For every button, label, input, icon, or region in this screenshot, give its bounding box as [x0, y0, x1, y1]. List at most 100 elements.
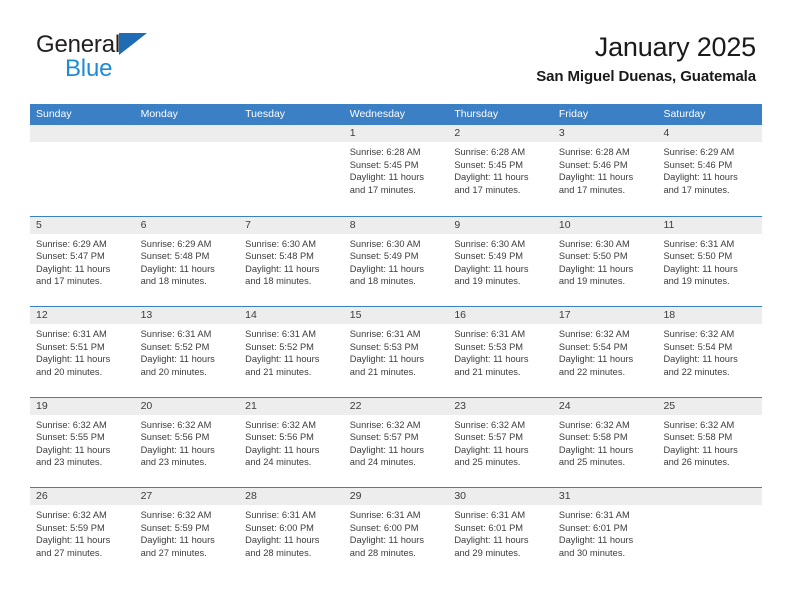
day-number: 25 [663, 399, 676, 412]
daylight-text-line2: and 18 minutes. [349, 276, 416, 287]
day-number-band [657, 488, 763, 505]
day-number: 1 [349, 127, 356, 139]
day-cell-21[interactable]: 21 Sunrise: 6:32 AM Sunset: 5:56 PM Dayligh… [239, 397, 344, 487]
day-details: Sunrise: 6:30 AM Sunset: 5:50 PM Daylight:… [553, 234, 658, 288]
calendar-page: General Blue January 2025 San Miguel Due… [0, 0, 792, 612]
day-number: 6 [140, 218, 147, 231]
day-number: 29 [349, 490, 362, 502]
daylight-text-line2: and 19 minutes. [558, 276, 626, 287]
day-number-band: 15 [343, 307, 449, 324]
day-cell-9[interactable]: 9 Sunrise: 6:30 AM Sunset: 5:49 PM Daylight… [448, 216, 553, 306]
day-cell-empty [30, 125, 135, 216]
daylight-text-line1: Daylight: 11 hours [245, 444, 320, 455]
sunset-text: Sunset: 5:46 PM [663, 159, 733, 170]
sunrise-text: Sunrise: 6:30 AM [454, 238, 526, 249]
day-cell-19[interactable]: 19 Sunrise: 6:32 AM Sunset: 5:55 PM Dayligh… [30, 397, 135, 487]
day-number-band: 23 [448, 397, 553, 415]
day-cell-empty [239, 125, 344, 216]
day-cell-17[interactable]: 17 Sunrise: 6:32 AM Sunset: 5:54 PM Dayligh… [552, 307, 658, 397]
daylight-text-line1: Daylight: 11 hours [349, 172, 424, 183]
sunset-text: Sunset: 5:52 PM [140, 341, 210, 352]
day-number-band: 11 [657, 216, 763, 234]
day-cell-28[interactable]: 28 Sunrise: 6:31 AM Sunset: 6:00 PM Dayligh… [239, 488, 344, 578]
day-cell-16[interactable]: 16 Sunrise: 6:31 AM Sunset: 5:53 PM Dayligh… [448, 307, 553, 397]
day-number-band: 4 [657, 125, 763, 142]
weekday-header-row: Sunday Monday Tuesday Wednesday Thursday Frid… [30, 104, 762, 125]
daylight-text-line1: Daylight: 11 hours [454, 535, 529, 546]
day-cell-29[interactable]: 29 Sunrise: 6:31 AM Sunset: 6:00 PM Dayligh… [343, 488, 449, 578]
day-cell-24[interactable]: 24 Sunrise: 6:32 AM Sunset: 5:58 PM Dayligh… [552, 397, 658, 487]
sunset-text: Sunset: 5:50 PM [558, 251, 628, 262]
day-number-band: 14 [239, 307, 344, 324]
sunrise-text: Sunrise: 6:30 AM [245, 238, 316, 249]
day-cell-30[interactable]: 30 Sunrise: 6:31 AM Sunset: 6:01 PM Dayligh… [448, 488, 553, 578]
day-number: 24 [558, 399, 571, 412]
sunrise-text: Sunrise: 6:32 AM [245, 419, 316, 430]
sunset-text: Sunset: 5:49 PM [349, 251, 419, 262]
day-number-band [239, 125, 344, 142]
day-cell-1[interactable]: 1 Sunrise: 6:28 AM Sunset: 5:45 PM Daylight… [343, 125, 449, 216]
day-cell-empty [657, 488, 763, 578]
day-cell-10[interactable]: 10 Sunrise: 6:30 AM Sunset: 5:50 PM Dayligh… [552, 216, 658, 306]
day-details: Sunrise: 6:30 AM Sunset: 5:49 PM Daylight:… [448, 234, 553, 288]
day-details: Sunrise: 6:29 AM Sunset: 5:47 PM Daylight:… [30, 234, 135, 288]
day-number-band: 1 [343, 125, 449, 142]
day-number: 22 [349, 399, 362, 412]
daylight-text-line1: Daylight: 11 hours [558, 444, 634, 455]
day-cell-8[interactable]: 8 Sunrise: 6:30 AM Sunset: 5:49 PM Daylight… [343, 216, 449, 306]
day-number-band [30, 125, 135, 142]
day-cell-18[interactable]: 18 Sunrise: 6:32 AM Sunset: 5:54 PM Dayligh… [657, 307, 763, 397]
day-details: Sunrise: 6:31 AM Sunset: 5:52 PM Daylight:… [239, 324, 344, 378]
day-cell-15[interactable]: 15 Sunrise: 6:31 AM Sunset: 5:53 PM Dayligh… [343, 307, 449, 397]
day-cell-26[interactable]: 26 Sunrise: 6:32 AM Sunset: 5:59 PM Dayligh… [30, 488, 135, 578]
sunset-text: Sunset: 5:55 PM [36, 432, 105, 443]
day-cell-23[interactable]: 23 Sunrise: 6:32 AM Sunset: 5:57 PM Dayligh… [448, 397, 553, 487]
day-cell-31[interactable]: 31 Sunrise: 6:31 AM Sunset: 6:01 PM Dayligh… [552, 488, 658, 578]
daylight-text-line1: Daylight: 11 hours [245, 535, 320, 546]
day-cell-13[interactable]: 13 Sunrise: 6:31 AM Sunset: 5:52 PM Dayligh… [134, 307, 240, 397]
day-number-band: 30 [448, 488, 553, 505]
sunset-text: Sunset: 5:53 PM [349, 341, 419, 352]
sunrise-text: Sunrise: 6:32 AM [36, 419, 107, 430]
day-number: 15 [349, 309, 362, 321]
day-cell-25[interactable]: 25 Sunrise: 6:32 AM Sunset: 5:58 PM Dayligh… [657, 397, 763, 487]
sunrise-text: Sunrise: 6:28 AM [349, 147, 421, 157]
day-cell-14[interactable]: 14 Sunrise: 6:31 AM Sunset: 5:52 PM Dayligh… [239, 307, 344, 397]
day-details: Sunrise: 6:32 AM Sunset: 5:54 PM Daylight:… [553, 324, 658, 378]
day-number: 21 [245, 399, 257, 412]
day-cell-11[interactable]: 11 Sunrise: 6:31 AM Sunset: 5:50 PM Dayligh… [657, 216, 763, 306]
day-number-band: 12 [30, 307, 135, 324]
sunrise-text: Sunrise: 6:32 AM [36, 510, 107, 520]
logo-triangle-icon [118, 33, 147, 55]
day-cell-4[interactable]: 4 Sunrise: 6:29 AM Sunset: 5:46 PM Daylight… [657, 125, 763, 216]
daylight-text-line2: and 18 minutes. [245, 276, 312, 287]
day-details: Sunrise: 6:31 AM Sunset: 5:52 PM Daylight:… [135, 324, 240, 378]
daylight-text-line1: Daylight: 11 hours [663, 444, 738, 455]
weekday-header-wednesday: Wednesday [349, 108, 405, 120]
week-row: 26 Sunrise: 6:32 AM Sunset: 5:59 PM Dayligh… [30, 487, 763, 578]
daylight-text-line2: and 30 minutes. [558, 547, 626, 558]
day-cell-7[interactable]: 7 Sunrise: 6:30 AM Sunset: 5:48 PM Daylight… [239, 216, 344, 306]
logo-text-blue: Blue [65, 55, 113, 82]
daylight-text-line1: Daylight: 11 hours [36, 354, 111, 365]
day-cell-12[interactable]: 12 Sunrise: 6:31 AM Sunset: 5:51 PM Dayligh… [30, 307, 135, 397]
weekday-header-monday: Monday [140, 108, 178, 120]
logo-generalblue[interactable]: General Blue [36, 32, 296, 92]
day-number-band: 13 [134, 307, 240, 324]
day-cell-2[interactable]: 2 Sunrise: 6:28 AM Sunset: 5:45 PM Daylight… [448, 125, 553, 216]
day-number-band: 29 [343, 488, 449, 505]
sunrise-text: Sunrise: 6:31 AM [349, 510, 421, 520]
daylight-text-line2: and 25 minutes. [454, 457, 521, 468]
day-cell-20[interactable]: 20 Sunrise: 6:32 AM Sunset: 5:56 PM Dayligh… [134, 397, 240, 487]
day-cell-22[interactable]: 22 Sunrise: 6:32 AM Sunset: 5:57 PM Dayligh… [343, 397, 449, 487]
day-details: Sunrise: 6:28 AM Sunset: 5:46 PM Daylight:… [553, 142, 658, 196]
day-cell-3[interactable]: 3 Sunrise: 6:28 AM Sunset: 5:46 PM Daylight… [552, 125, 658, 216]
day-cell-5[interactable]: 5 Sunrise: 6:29 AM Sunset: 5:47 PM Daylight… [30, 216, 135, 306]
daylight-text-line1: Daylight: 11 hours [454, 444, 529, 455]
day-number-band: 2 [448, 125, 553, 142]
day-cell-27[interactable]: 27 Sunrise: 6:32 AM Sunset: 5:59 PM Dayligh… [134, 488, 240, 578]
daylight-text-line2: and 17 minutes. [558, 184, 626, 195]
sunrise-text: Sunrise: 6:31 AM [558, 510, 630, 520]
day-cell-6[interactable]: 6 Sunrise: 6:29 AM Sunset: 5:48 PM Daylight… [134, 216, 240, 306]
daylight-text-line2: and 17 minutes. [663, 184, 730, 195]
